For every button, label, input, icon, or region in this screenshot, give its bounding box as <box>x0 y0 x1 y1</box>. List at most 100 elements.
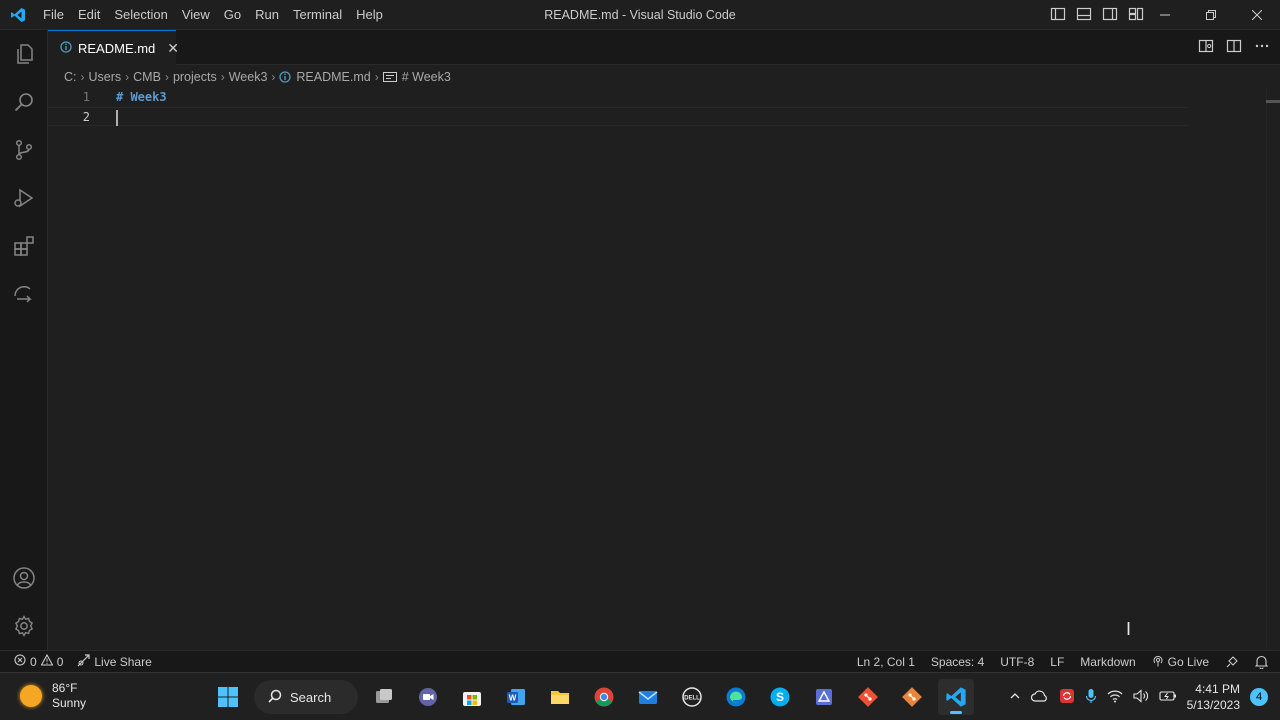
go-live-button[interactable]: Go Live <box>1152 655 1209 670</box>
task-view-icon[interactable] <box>366 679 402 715</box>
clock-time: 4:41 PM <box>1195 682 1240 696</box>
microphone-icon[interactable] <box>1085 688 1097 707</box>
editor-area[interactable]: 1 # Week3 2 I <box>48 88 1280 650</box>
taskbar-search-button[interactable]: Search <box>254 680 358 714</box>
status-bar: 0 0 Live Share Ln 2, Col 1 Spaces: 4 UTF… <box>0 650 1280 672</box>
language-mode[interactable]: Markdown <box>1080 655 1135 669</box>
search-icon[interactable] <box>0 78 48 126</box>
menu-run[interactable]: Run <box>248 0 286 30</box>
breadcrumb-cmb[interactable]: CMB <box>133 70 161 84</box>
remote-explorer-icon[interactable] <box>0 270 48 318</box>
vscode-taskbar-icon[interactable] <box>938 679 974 715</box>
chrome-icon[interactable] <box>586 679 622 715</box>
error-count: 0 <box>30 654 37 669</box>
title-bar: File Edit Selection View Go Run Terminal… <box>0 0 1280 30</box>
toggle-primary-sidebar-icon[interactable] <box>1050 6 1066 25</box>
indentation[interactable]: Spaces: 4 <box>931 655 984 669</box>
chevron-right-icon: › <box>164 70 169 84</box>
close-window-button[interactable] <box>1234 0 1280 30</box>
menu-file[interactable]: File <box>36 0 71 30</box>
volume-icon[interactable] <box>1133 688 1149 706</box>
menu-go[interactable]: Go <box>217 0 248 30</box>
code-line[interactable]: 1 # Week3 <box>48 88 1188 107</box>
run-debug-icon[interactable] <box>0 174 48 222</box>
git-tool-2-icon[interactable] <box>894 679 930 715</box>
file-explorer-icon[interactable] <box>542 679 578 715</box>
taskbar-clock[interactable]: 4:41 PM 5/13/2023 <box>1187 681 1240 713</box>
weather-description: Sunny <box>52 696 87 710</box>
toggle-panel-icon[interactable] <box>1076 6 1092 25</box>
split-editor-icon[interactable] <box>1226 38 1242 57</box>
settings-gear-icon[interactable] <box>0 602 48 650</box>
text-cursor <box>116 110 118 126</box>
azure-data-studio-icon[interactable] <box>806 679 842 715</box>
battery-icon[interactable] <box>1159 690 1177 705</box>
code-text: # Week3 <box>116 90 167 104</box>
open-preview-icon[interactable] <box>1198 38 1214 57</box>
breadcrumb-drive[interactable]: C: <box>64 70 77 84</box>
wifi-icon[interactable] <box>1107 689 1123 706</box>
breadcrumb-heading[interactable]: # Week3 <box>402 70 451 84</box>
svg-text:W: W <box>509 694 517 703</box>
live-share-label: Live Share <box>94 654 152 669</box>
accounts-icon[interactable] <box>0 554 48 602</box>
feedback-icon[interactable] <box>1225 655 1239 669</box>
breadcrumb-projects[interactable]: projects <box>173 70 217 84</box>
chevron-right-icon: › <box>125 70 130 84</box>
system-tray: 4:41 PM 5/13/2023 4 <box>1009 673 1268 720</box>
layout-controls <box>1050 0 1144 30</box>
warning-count: 0 <box>56 654 64 669</box>
weather-widget[interactable]: 86°F Sunny <box>20 681 86 711</box>
vertical-scrollbar[interactable] <box>1266 88 1280 650</box>
skype-icon[interactable]: S <box>762 679 798 715</box>
mail-icon[interactable] <box>630 679 666 715</box>
source-control-icon[interactable] <box>0 126 48 174</box>
end-of-line[interactable]: LF <box>1050 655 1064 669</box>
chevron-right-icon: › <box>80 70 85 84</box>
more-actions-icon[interactable] <box>1254 38 1270 57</box>
extensions-icon[interactable] <box>0 222 48 270</box>
breadcrumb-file[interactable]: README.md <box>296 70 370 84</box>
menu-view[interactable]: View <box>175 0 217 30</box>
microsoft-store-icon[interactable] <box>454 679 490 715</box>
encoding[interactable]: UTF-8 <box>1000 655 1034 669</box>
menu-selection[interactable]: Selection <box>107 0 174 30</box>
minimize-button[interactable] <box>1142 0 1188 30</box>
info-icon <box>60 40 72 56</box>
notification-count-badge[interactable]: 4 <box>1250 688 1268 706</box>
line-number: 1 <box>82 90 90 104</box>
edge-icon[interactable] <box>718 679 754 715</box>
live-share-icon <box>77 653 90 670</box>
git-tool-icon[interactable] <box>850 679 886 715</box>
start-windows-icon[interactable] <box>210 679 246 715</box>
word-icon[interactable]: W <box>498 679 534 715</box>
menu-edit[interactable]: Edit <box>71 0 107 30</box>
notifications-bell-icon[interactable] <box>1255 655 1268 669</box>
go-live-label: Go Live <box>1167 655 1209 669</box>
show-hidden-icons-chevron-icon[interactable] <box>1009 690 1021 705</box>
search-icon <box>268 689 282 706</box>
code-line-current[interactable]: 2 <box>48 107 1188 126</box>
menu-help[interactable]: Help <box>349 0 390 30</box>
vscode-logo-icon[interactable] <box>0 0 36 30</box>
taskbar-apps: Search W DELL S <box>210 673 974 720</box>
dell-icon[interactable]: DELL <box>674 679 710 715</box>
problems-indicator[interactable]: 0 0 <box>14 653 64 669</box>
restore-button[interactable] <box>1188 0 1234 30</box>
close-tab-icon[interactable]: ✕ <box>167 40 179 57</box>
toggle-secondary-sidebar-icon[interactable] <box>1102 6 1118 25</box>
breadcrumb-week3-folder[interactable]: Week3 <box>229 70 268 84</box>
live-share-button[interactable]: Live Share <box>77 653 152 670</box>
cursor-position[interactable]: Ln 2, Col 1 <box>857 655 915 669</box>
breadcrumb-users[interactable]: Users <box>89 70 122 84</box>
tab-readme[interactable]: README.md ✕ <box>48 30 179 65</box>
explorer-icon[interactable] <box>0 30 48 78</box>
sync-icon[interactable] <box>1059 688 1075 707</box>
onedrive-cloud-icon[interactable] <box>1030 689 1049 706</box>
activity-bar <box>0 30 48 650</box>
warning-icon <box>40 653 54 669</box>
line-number: 2 <box>82 110 90 124</box>
tab-label: README.md <box>78 40 156 56</box>
menu-terminal[interactable]: Terminal <box>286 0 349 30</box>
teams-chat-icon[interactable] <box>410 679 446 715</box>
